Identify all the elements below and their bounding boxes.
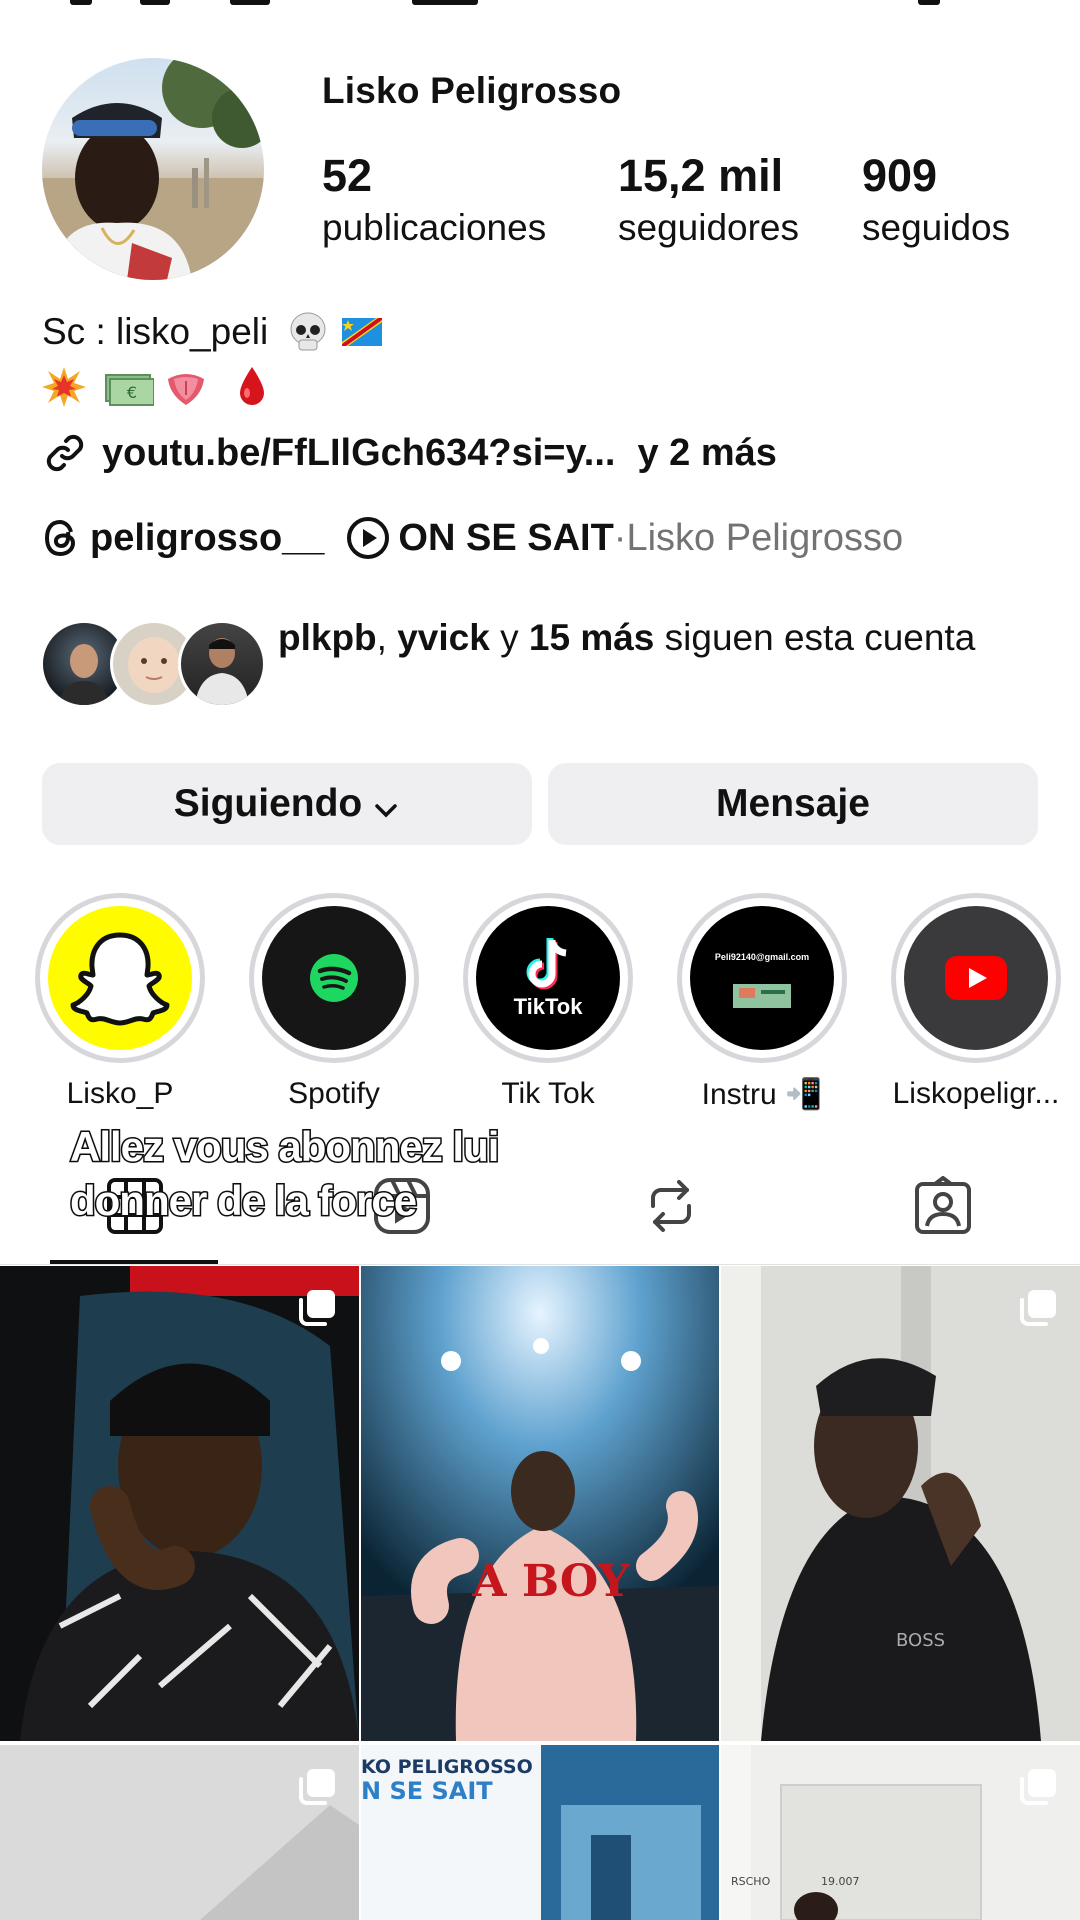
following-count: 909: [862, 150, 938, 201]
followers-stat[interactable]: 15,2 mil seguidores: [618, 150, 799, 254]
overlay-caption-line-2: donner de la force: [69, 1176, 419, 1226]
tongue-emoji: [164, 365, 208, 409]
tiktok-icon: TikTok: [476, 906, 620, 1050]
post-tile[interactable]: A BOY: [361, 1266, 719, 1741]
post-tile[interactable]: KO PELIGROSSO N SE SAIT: [361, 1745, 719, 1920]
video-overlay-caption: Allez vous abonnez lui donner de la forc…: [69, 1120, 670, 1228]
header-cutoff: [0, 0, 1080, 8]
multiple-posts-icon: [1018, 1288, 1058, 1328]
tile-text-4: 19.007: [821, 1875, 860, 1888]
music-title[interactable]: ON SE SAIT: [398, 517, 613, 560]
post-tile[interactable]: [0, 1745, 359, 1920]
multiple-posts-icon: [297, 1288, 337, 1328]
dr-congo-flag-emoji: [340, 310, 384, 354]
followed-by-text[interactable]: plkpb, yvick y 15 más siguen esta cuenta: [278, 612, 1038, 664]
highlight-tiktok[interactable]: TikTok Tik Tok: [463, 893, 633, 1111]
music-separator: ·: [613, 516, 627, 559]
post-tile[interactable]: [0, 1266, 359, 1741]
highlight-youtube[interactable]: Liskopeligr...: [891, 893, 1061, 1111]
following-button[interactable]: Siguiendo: [42, 763, 532, 845]
bio-link-row[interactable]: youtu.be/FfLIlGch634?si=y... y 2 más: [42, 430, 777, 476]
music-play-icon: [346, 516, 390, 560]
bio-text: Sc : lisko_peli: [42, 311, 269, 352]
following-label: seguidos: [862, 207, 1011, 248]
threads-icon: [42, 518, 80, 558]
tiktok-cover-text: TikTok: [513, 994, 583, 1019]
multiple-posts-icon: [1018, 1767, 1058, 1807]
bio-link-text[interactable]: youtu.be/FfLIlGch634?si=y...: [102, 432, 615, 475]
bio-line-2: €: [42, 365, 274, 409]
highlight-label: Spotify: [288, 1077, 380, 1110]
collision-emoji: [42, 365, 86, 409]
spotify-icon: [262, 906, 406, 1050]
followers-count: 15,2 mil: [618, 150, 784, 201]
blood-drop-emoji: [230, 365, 274, 409]
threads-handle[interactable]: peligrosso__: [90, 517, 324, 560]
music-artist: Lisko Peligrosso: [626, 516, 904, 559]
message-button[interactable]: Mensaje: [548, 763, 1038, 845]
followed-by-user-2[interactable]: yvick: [397, 617, 490, 658]
followers-label: seguidores: [618, 207, 800, 248]
highlight-spotify[interactable]: Spotify: [249, 893, 419, 1111]
bio-line-1: Sc : lisko_peli: [42, 310, 384, 354]
tile-text-2: N SE SAIT: [361, 1777, 493, 1805]
following-button-label: Siguiendo: [173, 782, 363, 825]
tile-text-3: RSCHO: [731, 1875, 771, 1888]
post-tile[interactable]: BOSS: [721, 1266, 1080, 1741]
followed-by-tail: siguen esta cuenta: [654, 617, 976, 658]
svg-text:€: €: [127, 383, 137, 402]
skull-emoji: [286, 310, 330, 354]
highlight-snapchat[interactable]: Lisko_P: [35, 893, 205, 1111]
tile-logo-text: BOSS: [896, 1630, 945, 1651]
follower-avatar[interactable]: [178, 620, 266, 708]
email-cover-text: Peli92140@gmail.com: [714, 952, 810, 962]
following-stat[interactable]: 909 seguidos: [862, 150, 1010, 254]
bio-link-more[interactable]: y 2 más: [637, 432, 776, 475]
chevron-down-icon: [372, 790, 400, 818]
highlight-label: Tik Tok: [501, 1077, 595, 1110]
followed-by-user-1[interactable]: plkpb: [278, 617, 377, 658]
youtube-icon: [904, 906, 1048, 1050]
posts-count: 52: [322, 150, 373, 201]
link-icon: [42, 430, 88, 476]
tile-shirt-text: A BOY: [471, 1556, 630, 1607]
multiple-posts-icon: [297, 1767, 337, 1807]
highlight-label: Liskopeligr...: [892, 1077, 1060, 1110]
tagged-icon[interactable]: [913, 1175, 973, 1236]
post-tile[interactable]: RSCHO 19.007: [721, 1745, 1080, 1920]
followed-by-sep: ,: [376, 617, 398, 658]
overlay-caption-line-1: Allez vous abonnez lui: [69, 1122, 501, 1172]
followed-by-conj: y: [489, 617, 529, 658]
tab-divider: [0, 1264, 1080, 1265]
profile-avatar[interactable]: [42, 58, 264, 280]
threads-music-row: peligrosso__ ON SE SAIT · Lisko Peligros…: [42, 516, 903, 560]
highlight-label: Instru 📲: [701, 1078, 823, 1111]
snapchat-icon: [48, 906, 192, 1050]
message-button-label: Mensaje: [716, 782, 870, 825]
email-cover: Peli92140@gmail.com: [690, 906, 834, 1050]
tile-text-1: KO PELIGROSSO: [361, 1756, 533, 1778]
highlight-instru[interactable]: Peli92140@gmail.com Instru 📲: [677, 893, 847, 1112]
profile-name: Lisko Peligrosso: [322, 70, 622, 111]
euro-banknote-emoji: €: [102, 365, 155, 409]
posts-label: publicaciones: [322, 207, 547, 248]
highlight-label: Lisko_P: [66, 1077, 174, 1110]
followed-by-more[interactable]: 15 más: [529, 617, 655, 658]
posts-stat[interactable]: 52 publicaciones: [322, 150, 546, 254]
